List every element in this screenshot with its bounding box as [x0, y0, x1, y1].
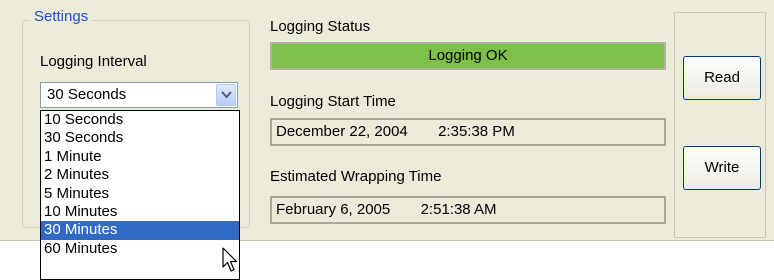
chevron-down-icon	[221, 91, 232, 99]
write-button[interactable]: Write	[683, 146, 761, 190]
dropdown-option[interactable]: 30 Seconds	[41, 129, 239, 147]
dropdown-option[interactable]: 5 Minutes	[41, 185, 239, 203]
estimated-wrapping-time-field: February 6, 2005 2:51:38 AM	[270, 196, 666, 224]
dropdown-option[interactable]: 60 Minutes	[41, 240, 239, 258]
mouse-cursor-icon	[222, 247, 238, 272]
logging-start-time-field: December 22, 2004 2:35:38 PM	[270, 118, 666, 146]
dropdown-button[interactable]	[216, 84, 236, 106]
logging-interval-select[interactable]: 30 Seconds	[40, 82, 238, 108]
logging-start-time-label: Logging Start Time	[270, 93, 396, 110]
dropdown-option[interactable]: 2 Minutes	[41, 166, 239, 184]
start-date: December 22, 2004	[276, 123, 408, 140]
logging-interval-value: 30 Seconds	[47, 86, 127, 103]
logging-interval-dropdown-list: 10 Seconds 30 Seconds 1 Minute 2 Minutes…	[40, 110, 240, 280]
estimated-wrapping-time-label: Estimated Wrapping Time	[270, 168, 442, 185]
dropdown-option[interactable]: 1 Minute	[41, 148, 239, 166]
logging-status-value: Logging OK	[428, 47, 508, 64]
read-button[interactable]: Read	[683, 56, 761, 100]
logging-interval-label: Logging Interval	[40, 53, 147, 70]
wrap-date: February 6, 2005	[276, 201, 391, 218]
dropdown-option-highlighted[interactable]: 30 Minutes	[41, 221, 239, 240]
button-frame	[674, 12, 766, 238]
settings-legend: Settings	[30, 8, 93, 25]
logging-status-label: Logging Status	[270, 18, 371, 35]
wrap-time: 2:51:38 AM	[420, 201, 497, 218]
dropdown-option[interactable]: 10 Seconds	[41, 111, 239, 129]
start-time: 2:35:38 PM	[438, 123, 515, 140]
logging-status-indicator: Logging OK	[270, 42, 666, 70]
dropdown-option[interactable]: 10 Minutes	[41, 203, 239, 221]
